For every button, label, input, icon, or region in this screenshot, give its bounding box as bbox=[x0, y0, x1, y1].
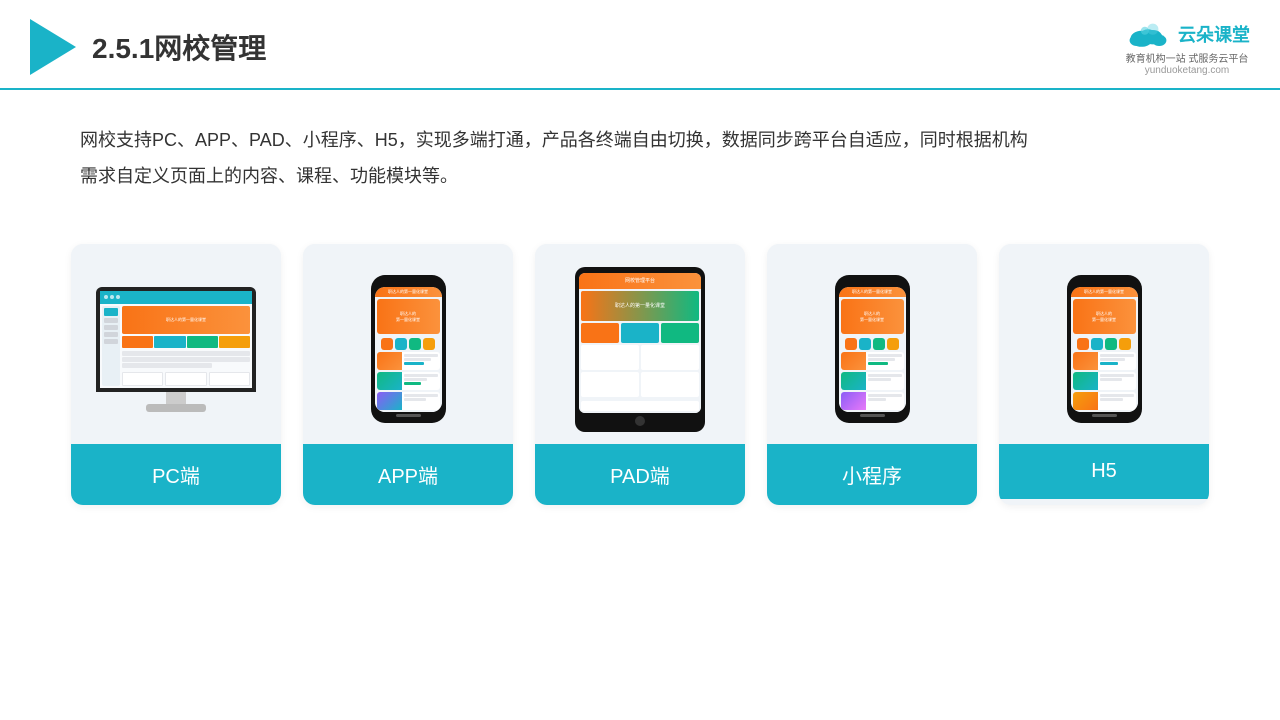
description-paragraph: 网校支持PC、APP、PAD、小程序、H5，实现多端打通，产品各终端自由切换，数… bbox=[80, 122, 1200, 194]
h5-phone-icon: 职达人的第一量化课堂 职达人的第一量化课堂 bbox=[1067, 275, 1142, 423]
header-left: 2.5.1网校管理 bbox=[30, 19, 266, 75]
pad-tablet-icon: 网校管理平台 职达人的第一量化课堂 bbox=[575, 267, 705, 432]
card-pad: 网校管理平台 职达人的第一量化课堂 bbox=[535, 244, 745, 505]
page-header: 2.5.1网校管理 云朵课堂 教育机构一站 式服务云平台 yunduoketan… bbox=[0, 0, 1280, 90]
card-app-image: 职达人的第一量化课堂 职达人的第一量化课堂 bbox=[303, 244, 513, 444]
pc-monitor-icon: 职达人的第一量化课堂 bbox=[96, 287, 256, 412]
brand-url: yunduoketang.com bbox=[1145, 65, 1230, 76]
card-h5-image: 职达人的第一量化课堂 职达人的第一量化课堂 bbox=[999, 244, 1209, 444]
page-title: 2.5.1网校管理 bbox=[92, 27, 266, 67]
card-pc: 职达人的第一量化课堂 bbox=[71, 244, 281, 505]
card-h5-label: H5 bbox=[999, 444, 1209, 499]
card-h5: 职达人的第一量化课堂 职达人的第一量化课堂 bbox=[999, 244, 1209, 505]
card-pad-image: 网校管理平台 职达人的第一量化课堂 bbox=[535, 244, 745, 444]
brand-tagline: 教育机构一站 式服务云平台 bbox=[1126, 50, 1249, 65]
brand-name: 云朵课堂 bbox=[1178, 21, 1250, 47]
app-phone-icon: 职达人的第一量化课堂 职达人的第一量化课堂 bbox=[371, 275, 446, 423]
card-miniapp: 职达人的第一量化课堂 职达人的第一量化课堂 bbox=[767, 244, 977, 505]
card-pad-label: PAD端 bbox=[535, 444, 745, 505]
cloud-icon bbox=[1124, 18, 1172, 50]
logo-triangle-icon bbox=[30, 19, 76, 75]
brand-area: 云朵课堂 教育机构一站 式服务云平台 yunduoketang.com bbox=[1124, 18, 1250, 76]
miniapp-phone-icon: 职达人的第一量化课堂 职达人的第一量化课堂 bbox=[835, 275, 910, 423]
cards-section: 职达人的第一量化课堂 bbox=[0, 204, 1280, 505]
description-text: 网校支持PC、APP、PAD、小程序、H5，实现多端打通，产品各终端自由切换，数… bbox=[0, 90, 1280, 194]
card-miniapp-image: 职达人的第一量化课堂 职达人的第一量化课堂 bbox=[767, 244, 977, 444]
card-pc-label: PC端 bbox=[71, 444, 281, 505]
card-pc-image: 职达人的第一量化课堂 bbox=[71, 244, 281, 444]
brand-logo: 云朵课堂 bbox=[1124, 18, 1250, 50]
card-miniapp-label: 小程序 bbox=[767, 444, 977, 505]
card-app: 职达人的第一量化课堂 职达人的第一量化课堂 bbox=[303, 244, 513, 505]
card-app-label: APP端 bbox=[303, 444, 513, 505]
